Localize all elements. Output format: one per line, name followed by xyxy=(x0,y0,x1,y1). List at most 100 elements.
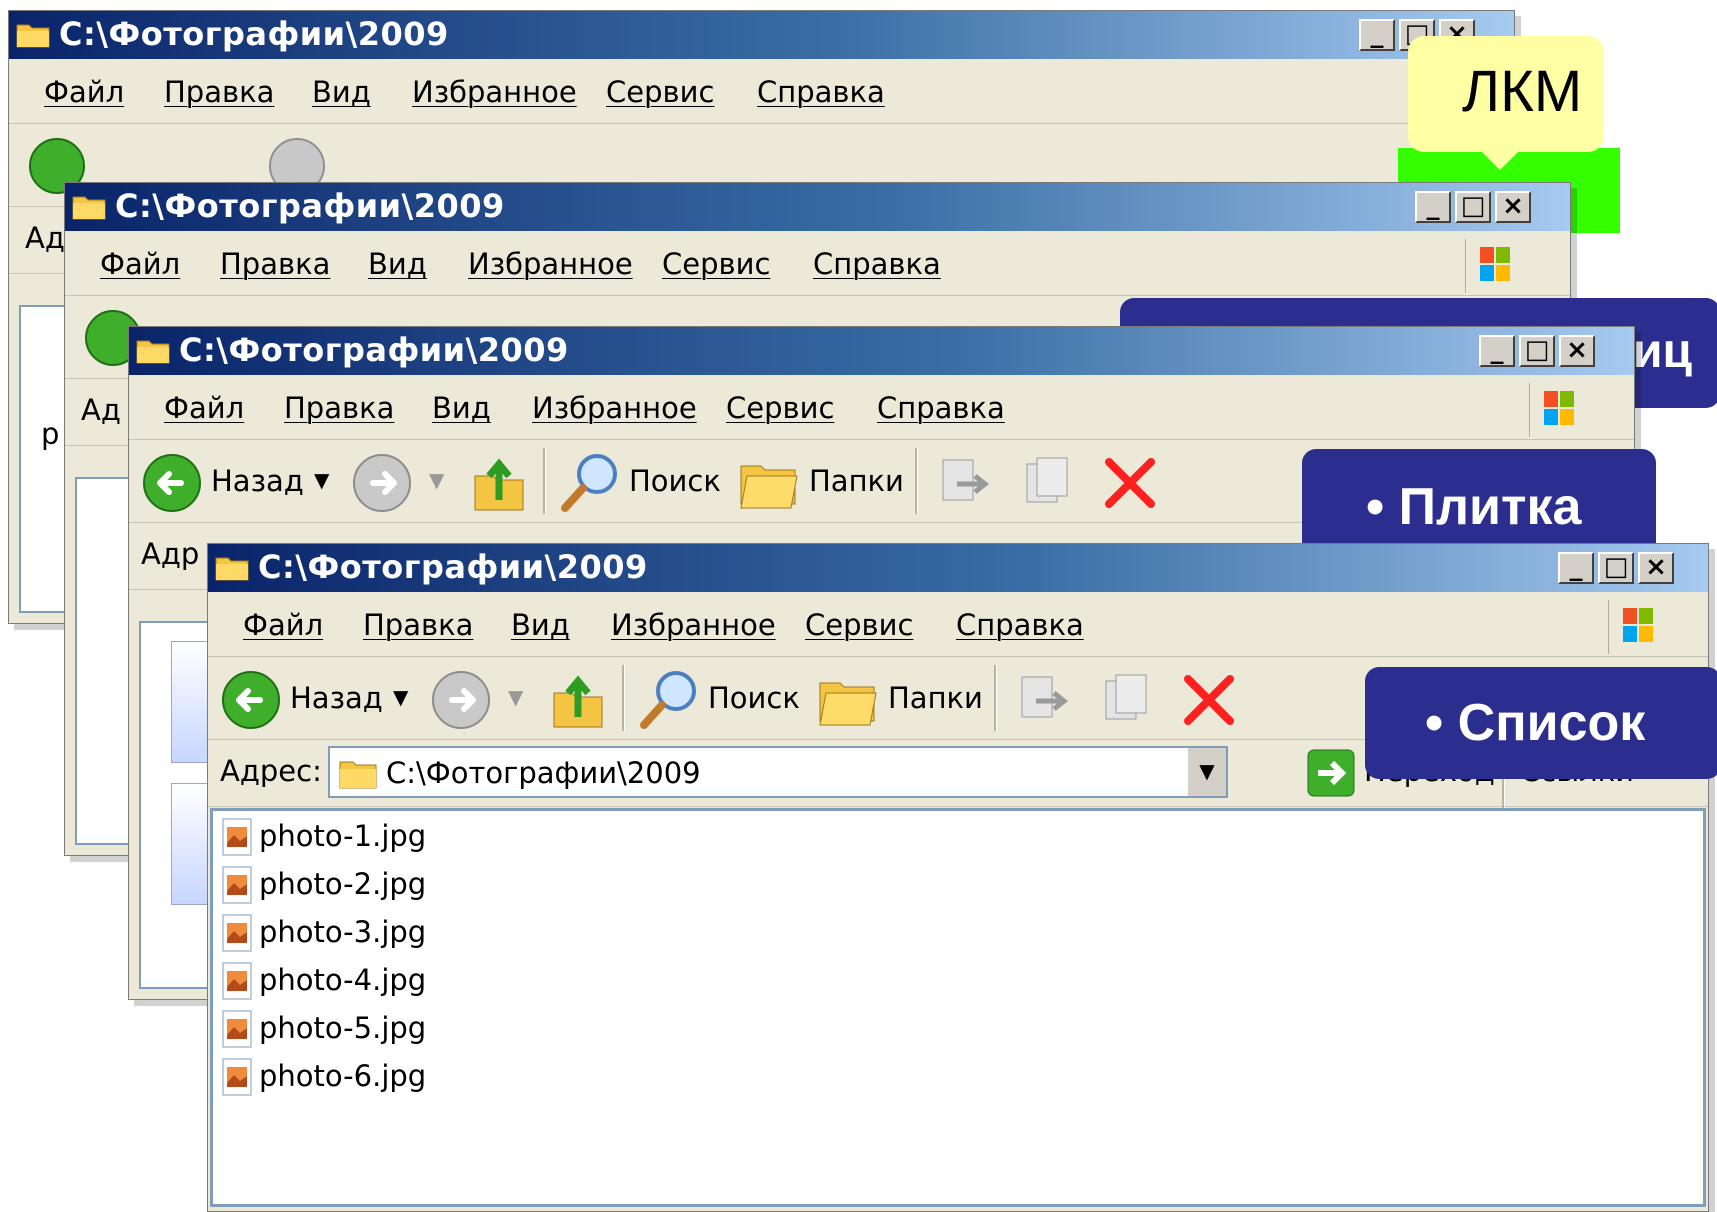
delete-icon[interactable] xyxy=(1101,454,1159,512)
close-button[interactable]: × xyxy=(1638,552,1674,584)
partial-text: р xyxy=(41,417,60,451)
menu-favorites[interactable]: Избранное xyxy=(468,247,633,281)
search-icon[interactable] xyxy=(638,667,702,731)
search-label[interactable]: Поиск xyxy=(708,681,800,715)
menu-bar: Файл Правка Вид Избранное Сервис Справка xyxy=(9,61,1514,124)
maximize-button[interactable]: □ xyxy=(1519,335,1555,367)
menu-view[interactable]: Вид xyxy=(511,608,570,642)
windows-logo-icon xyxy=(1465,239,1510,293)
minimize-button[interactable]: _ xyxy=(1415,191,1451,223)
menu-view[interactable]: Вид xyxy=(368,247,427,281)
menu-favorites[interactable]: Избранное xyxy=(611,608,776,642)
forward-icon[interactable] xyxy=(430,669,492,731)
minimize-button[interactable]: _ xyxy=(1558,552,1594,584)
address-dropdown-button[interactable]: ▼ xyxy=(1186,748,1226,796)
address-label-partial: Ад xyxy=(25,221,65,255)
image-file-icon xyxy=(222,1010,252,1048)
back-label[interactable]: Назад xyxy=(211,464,304,498)
menu-help[interactable]: Справка xyxy=(757,75,885,109)
menu-tools[interactable]: Сервис xyxy=(606,75,714,109)
back-dropdown-icon[interactable]: ▼ xyxy=(393,685,408,709)
title-bar[interactable]: C:\Фотографии\2009 xyxy=(129,327,1634,375)
close-button[interactable]: × xyxy=(1495,191,1531,223)
copy-to-icon[interactable] xyxy=(1096,671,1156,727)
menu-tools[interactable]: Сервис xyxy=(805,608,913,642)
move-to-icon[interactable] xyxy=(935,454,995,510)
file-name: photo-3.jpg xyxy=(259,915,427,949)
up-folder-icon[interactable] xyxy=(471,450,529,514)
back-label[interactable]: Назад xyxy=(290,681,383,715)
menu-help[interactable]: Справка xyxy=(877,391,1005,425)
windows-logo-icon xyxy=(1529,383,1574,437)
forward-dropdown-icon[interactable]: ▼ xyxy=(508,685,523,709)
menu-file[interactable]: Файл xyxy=(243,608,323,642)
image-file-icon xyxy=(222,866,252,904)
menu-tools[interactable]: Сервис xyxy=(726,391,834,425)
menu-bar: Файл Правка Вид Избранное Сервис Справка xyxy=(129,377,1634,440)
windows-logo-icon xyxy=(1608,600,1653,654)
menu-favorites[interactable]: Избранное xyxy=(532,391,697,425)
maximize-button[interactable]: □ xyxy=(1455,191,1491,223)
window-title: C:\Фотографии\2009 xyxy=(59,15,449,53)
menu-file[interactable]: Файл xyxy=(44,75,124,109)
address-value: C:\Фотографии\2009 xyxy=(386,756,701,790)
delete-icon[interactable] xyxy=(1180,671,1238,729)
menu-file[interactable]: Файл xyxy=(100,247,180,281)
forward-icon[interactable] xyxy=(351,452,413,514)
title-bar[interactable]: C:\Фотографии\2009 xyxy=(65,183,1570,231)
close-button[interactable]: × xyxy=(1559,335,1595,367)
menu-bar: Файл Правка Вид Избранное Сервис Справка xyxy=(65,233,1570,296)
title-bar[interactable]: C:\Фотографии\2009 xyxy=(208,544,1708,592)
folder-icon xyxy=(215,557,249,581)
window-title: C:\Фотографии\2009 xyxy=(115,187,505,225)
folders-label[interactable]: Папки xyxy=(809,464,904,498)
menu-tools[interactable]: Сервис xyxy=(662,247,770,281)
window-title: C:\Фотографии\2009 xyxy=(258,548,648,586)
file-name: photo-6.jpg xyxy=(259,1059,427,1093)
back-dropdown-icon[interactable]: ▼ xyxy=(314,468,329,492)
search-label[interactable]: Поиск xyxy=(629,464,721,498)
title-bar[interactable]: C:\Фотографии\2009 xyxy=(9,11,1514,59)
menu-edit[interactable]: Правка xyxy=(363,608,473,642)
folders-icon[interactable] xyxy=(816,669,882,729)
menu-favorites[interactable]: Избранное xyxy=(412,75,577,109)
go-arrow-icon[interactable] xyxy=(1306,748,1356,798)
menu-bar: Файл Правка Вид Избранное Сервис Справка xyxy=(208,594,1708,657)
menu-edit[interactable]: Правка xyxy=(164,75,274,109)
menu-help[interactable]: Справка xyxy=(956,608,1084,642)
file-name: photo-5.jpg xyxy=(259,1011,427,1045)
menu-help[interactable]: Справка xyxy=(813,247,941,281)
menu-edit[interactable]: Правка xyxy=(220,247,330,281)
back-icon[interactable] xyxy=(220,669,282,731)
folder-icon xyxy=(136,340,170,364)
folder-icon xyxy=(16,24,50,48)
up-folder-icon[interactable] xyxy=(550,667,608,731)
search-icon[interactable] xyxy=(559,450,623,514)
file-view[interactable]: photo-1.jpg photo-2.jpg photo-3.jpg photo-4… xyxy=(210,808,1706,1207)
maximize-button[interactable]: □ xyxy=(1598,552,1634,584)
folder-icon xyxy=(72,196,106,220)
copy-to-icon[interactable] xyxy=(1017,454,1077,510)
back-icon[interactable] xyxy=(141,452,203,514)
file-name: photo-1.jpg xyxy=(259,819,427,853)
address-input[interactable]: C:\Фотографии\2009 ▼ xyxy=(328,746,1228,798)
image-file-icon xyxy=(222,962,252,1000)
menu-edit[interactable]: Правка xyxy=(284,391,394,425)
image-file-icon xyxy=(222,914,252,952)
lkm-tooltip-tail xyxy=(1470,140,1530,170)
minimize-button[interactable]: _ xyxy=(1479,335,1515,367)
move-to-icon[interactable] xyxy=(1014,671,1074,727)
menu-view[interactable]: Вид xyxy=(312,75,371,109)
menu-file[interactable]: Файл xyxy=(164,391,244,425)
forward-dropdown-icon[interactable]: ▼ xyxy=(429,468,444,492)
file-name: photo-4.jpg xyxy=(259,963,427,997)
window-title: C:\Фотографии\2009 xyxy=(179,331,569,369)
image-file-icon xyxy=(222,1058,252,1096)
address-label-partial: Ад xyxy=(81,393,121,427)
callout-list: • Список xyxy=(1365,667,1717,779)
menu-view[interactable]: Вид xyxy=(432,391,491,425)
minimize-button[interactable]: _ xyxy=(1359,19,1395,51)
folders-icon[interactable] xyxy=(737,452,803,512)
folders-label[interactable]: Папки xyxy=(888,681,983,715)
explorer-window-4: C:\Фотографии\2009 _ □ × Файл Правка Вид… xyxy=(207,543,1709,1212)
